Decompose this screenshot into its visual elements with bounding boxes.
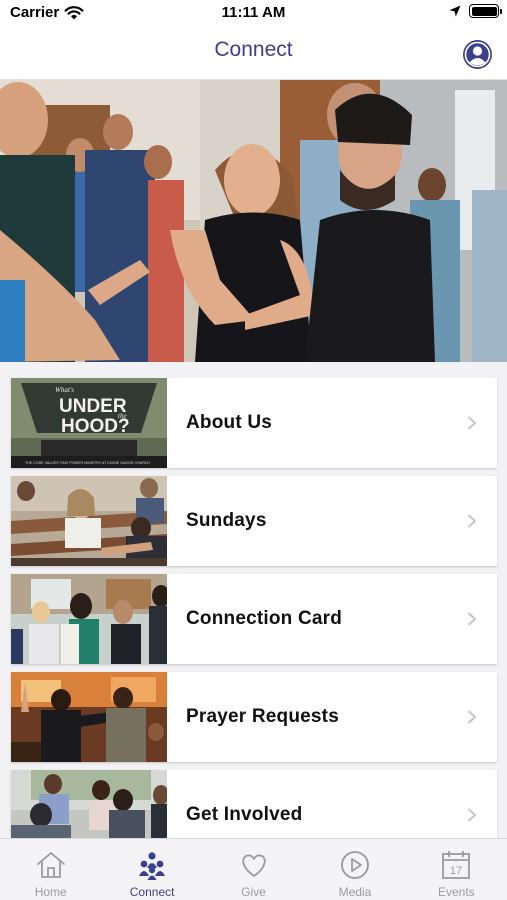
chevron-right-icon <box>468 710 476 724</box>
status-bar: Carrier 11:11 AM <box>0 0 507 26</box>
connection-card-thumbnail <box>11 574 167 664</box>
tab-connect-label: Connect <box>129 885 175 899</box>
tab-bar: Home Connect Give Media 17 Events <box>0 838 507 900</box>
tab-media-label: Media <box>338 885 372 899</box>
calendar-day: 17 <box>450 865 462 877</box>
status-time: 11:11 AM <box>221 4 286 21</box>
calendar-icon: 17 <box>442 851 471 879</box>
chevron-right-icon <box>468 612 476 626</box>
tab-home-label: Home <box>34 885 67 899</box>
chevron-right-icon <box>468 514 476 528</box>
navigation-bar: Connect <box>0 26 507 80</box>
sundays-label: Sundays <box>186 510 267 531</box>
location-arrow-icon <box>449 5 461 17</box>
profile-button[interactable] <box>463 40 492 69</box>
status-bar-right <box>449 4 502 18</box>
chevron-right-icon <box>468 808 476 822</box>
thumb-under-text: UNDER <box>59 396 127 417</box>
thumb-small-text-1: What's <box>55 386 74 394</box>
battery-icon <box>469 4 502 18</box>
connect-menu-list: What's UNDER the HOOD? THE CORE VALUES T… <box>11 378 497 868</box>
tab-home[interactable]: Home <box>0 839 101 900</box>
connection-card-label: Connection Card <box>186 608 343 629</box>
hero-photo <box>0 80 507 362</box>
user-avatar-icon <box>464 41 491 68</box>
chevron-right-icon <box>468 416 476 430</box>
play-circle-icon <box>341 851 369 879</box>
tab-media[interactable]: Media <box>304 839 405 900</box>
tab-events[interactable]: 17 Events <box>406 839 507 900</box>
thumb-caption: THE CORE VALUES THAT POWER MINISTRY AT D… <box>25 461 150 465</box>
about-us-label: About Us <box>186 412 273 433</box>
sundays-thumbnail <box>11 476 167 566</box>
prayer-requests-label: Prayer Requests <box>186 706 339 727</box>
tab-give-label: Give <box>241 885 266 899</box>
menu-item-connection-card[interactable]: Connection Card <box>11 574 497 664</box>
menu-item-about-us[interactable]: What's UNDER the HOOD? THE CORE VALUES T… <box>11 378 497 468</box>
get-involved-label: Get Involved <box>186 804 303 825</box>
menu-item-sundays[interactable]: Sundays <box>11 476 497 566</box>
prayer-requests-thumbnail <box>11 672 167 762</box>
heart-icon <box>241 854 266 877</box>
about-us-thumbnail: What's UNDER the HOOD? THE CORE VALUES T… <box>11 378 167 468</box>
page-title: Connect <box>214 38 293 61</box>
thumb-hood-text: HOOD? <box>61 416 130 437</box>
tab-give[interactable]: Give <box>203 839 304 900</box>
people-group-icon <box>139 852 166 880</box>
tab-connect[interactable]: Connect <box>101 839 202 900</box>
tab-events-label: Events <box>437 885 475 899</box>
menu-item-prayer-requests[interactable]: Prayer Requests <box>11 672 497 762</box>
home-icon <box>36 852 65 878</box>
